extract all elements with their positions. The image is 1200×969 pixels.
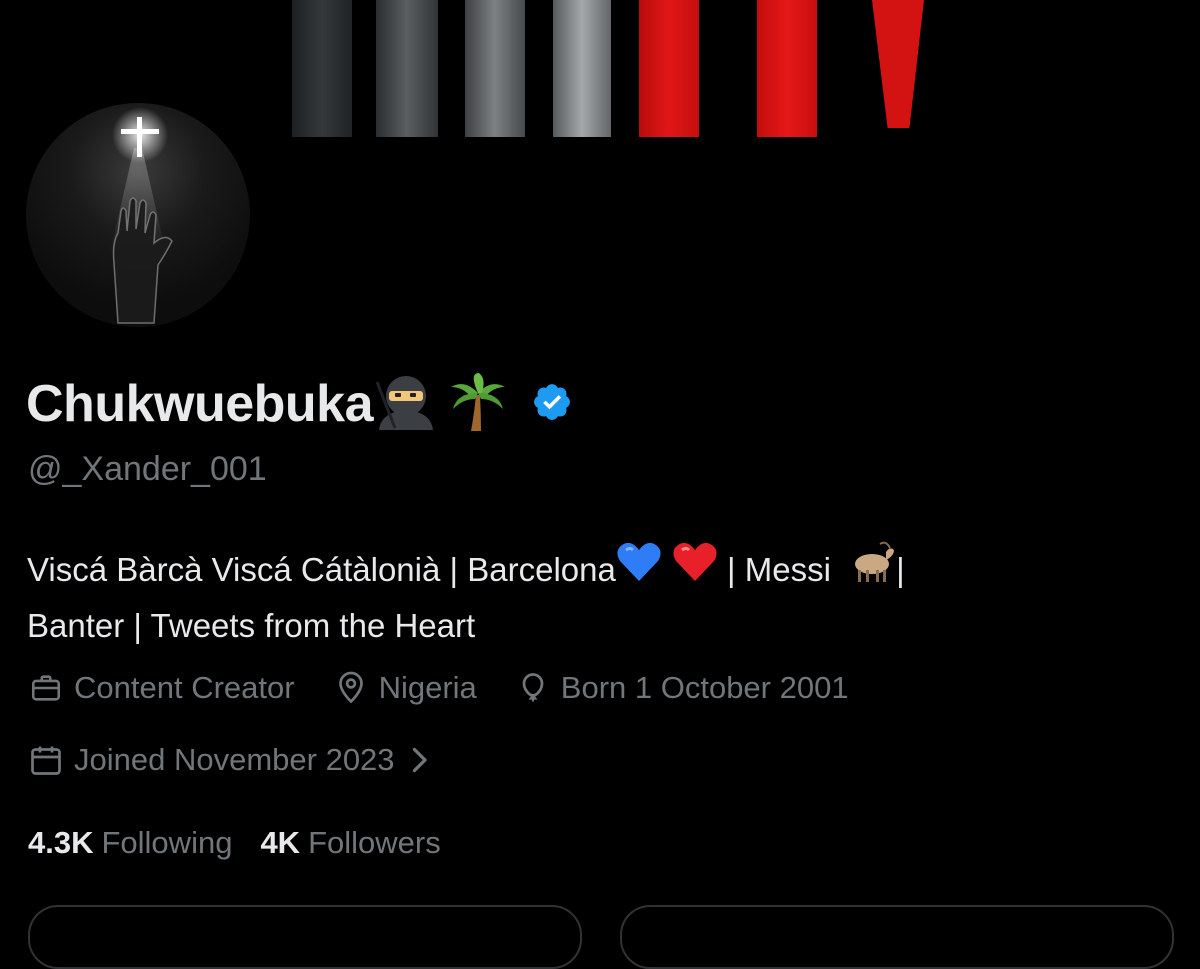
balloon-icon <box>522 673 544 702</box>
palm-tree-emoji <box>447 371 509 438</box>
bio-text: Viscá Bàrcà Viscá Cátàlonià | Barcelona <box>27 551 616 588</box>
calendar-icon <box>31 746 61 775</box>
banner-stripe <box>292 0 352 137</box>
bio-line-2: Banter | Tweets from the Heart <box>27 607 476 644</box>
goat-emoji <box>846 540 896 599</box>
followers-count: 4K <box>260 825 301 860</box>
location-label: Nigeria <box>378 670 477 705</box>
banner-stripe <box>553 0 611 137</box>
category-label: Content Creator <box>74 670 295 705</box>
profile-meta-row: Content Creator Nigeria Born 1 October 2… <box>28 670 887 706</box>
blue-heart-emoji <box>616 541 662 598</box>
banner-stripe <box>376 0 438 137</box>
profile-handle: @_Xander_001 <box>28 450 267 488</box>
banner-stripe <box>872 0 924 128</box>
following-link[interactable]: 4.3K Following <box>28 825 232 861</box>
following-label: Following <box>101 825 233 860</box>
profile-location: Nigeria <box>333 670 477 706</box>
profile-joined-row[interactable]: Joined November 2023 <box>28 742 439 778</box>
joined-label: Joined November 2023 <box>74 742 395 777</box>
avatar[interactable] <box>26 103 250 327</box>
bottom-pill-button[interactable] <box>620 905 1174 969</box>
banner-stripe <box>639 0 699 137</box>
ninja-emoji <box>373 372 439 437</box>
banner-stripe <box>757 0 817 137</box>
profile-joined[interactable]: Joined November 2023 <box>28 742 439 778</box>
briefcase-icon <box>31 675 61 701</box>
bio-text: | Messi <box>717 551 841 588</box>
banner-stripe <box>465 0 525 137</box>
followers-label: Followers <box>308 825 441 860</box>
chevron-right-icon[interactable] <box>409 745 429 775</box>
bottom-pill-button[interactable] <box>28 905 582 969</box>
bio-text: | <box>896 551 905 588</box>
follow-stats: 4.3K Following 4K Followers <box>28 825 469 861</box>
cross-hand-icon <box>110 107 173 324</box>
red-heart-emoji <box>672 541 718 598</box>
location-pin-icon <box>338 671 363 704</box>
profile-birthdate: Born 1 October 2001 <box>515 670 849 706</box>
bio-line-1: Viscá Bàrcà Viscá Cátàlonià | Barcelona … <box>27 540 1177 599</box>
verified-badge-icon[interactable] <box>531 381 573 428</box>
display-name: Chukwuebuka <box>26 375 374 433</box>
display-name-row: Chukwuebuka <box>26 372 573 436</box>
profile-category: Content Creator <box>28 670 295 706</box>
birth-label: Born 1 October 2001 <box>560 670 849 705</box>
followers-link[interactable]: 4K Followers <box>260 825 440 861</box>
following-count: 4.3K <box>28 825 94 860</box>
profile-bio: Viscá Bàrcà Viscá Cátàlonià | Barcelona … <box>27 540 1177 652</box>
